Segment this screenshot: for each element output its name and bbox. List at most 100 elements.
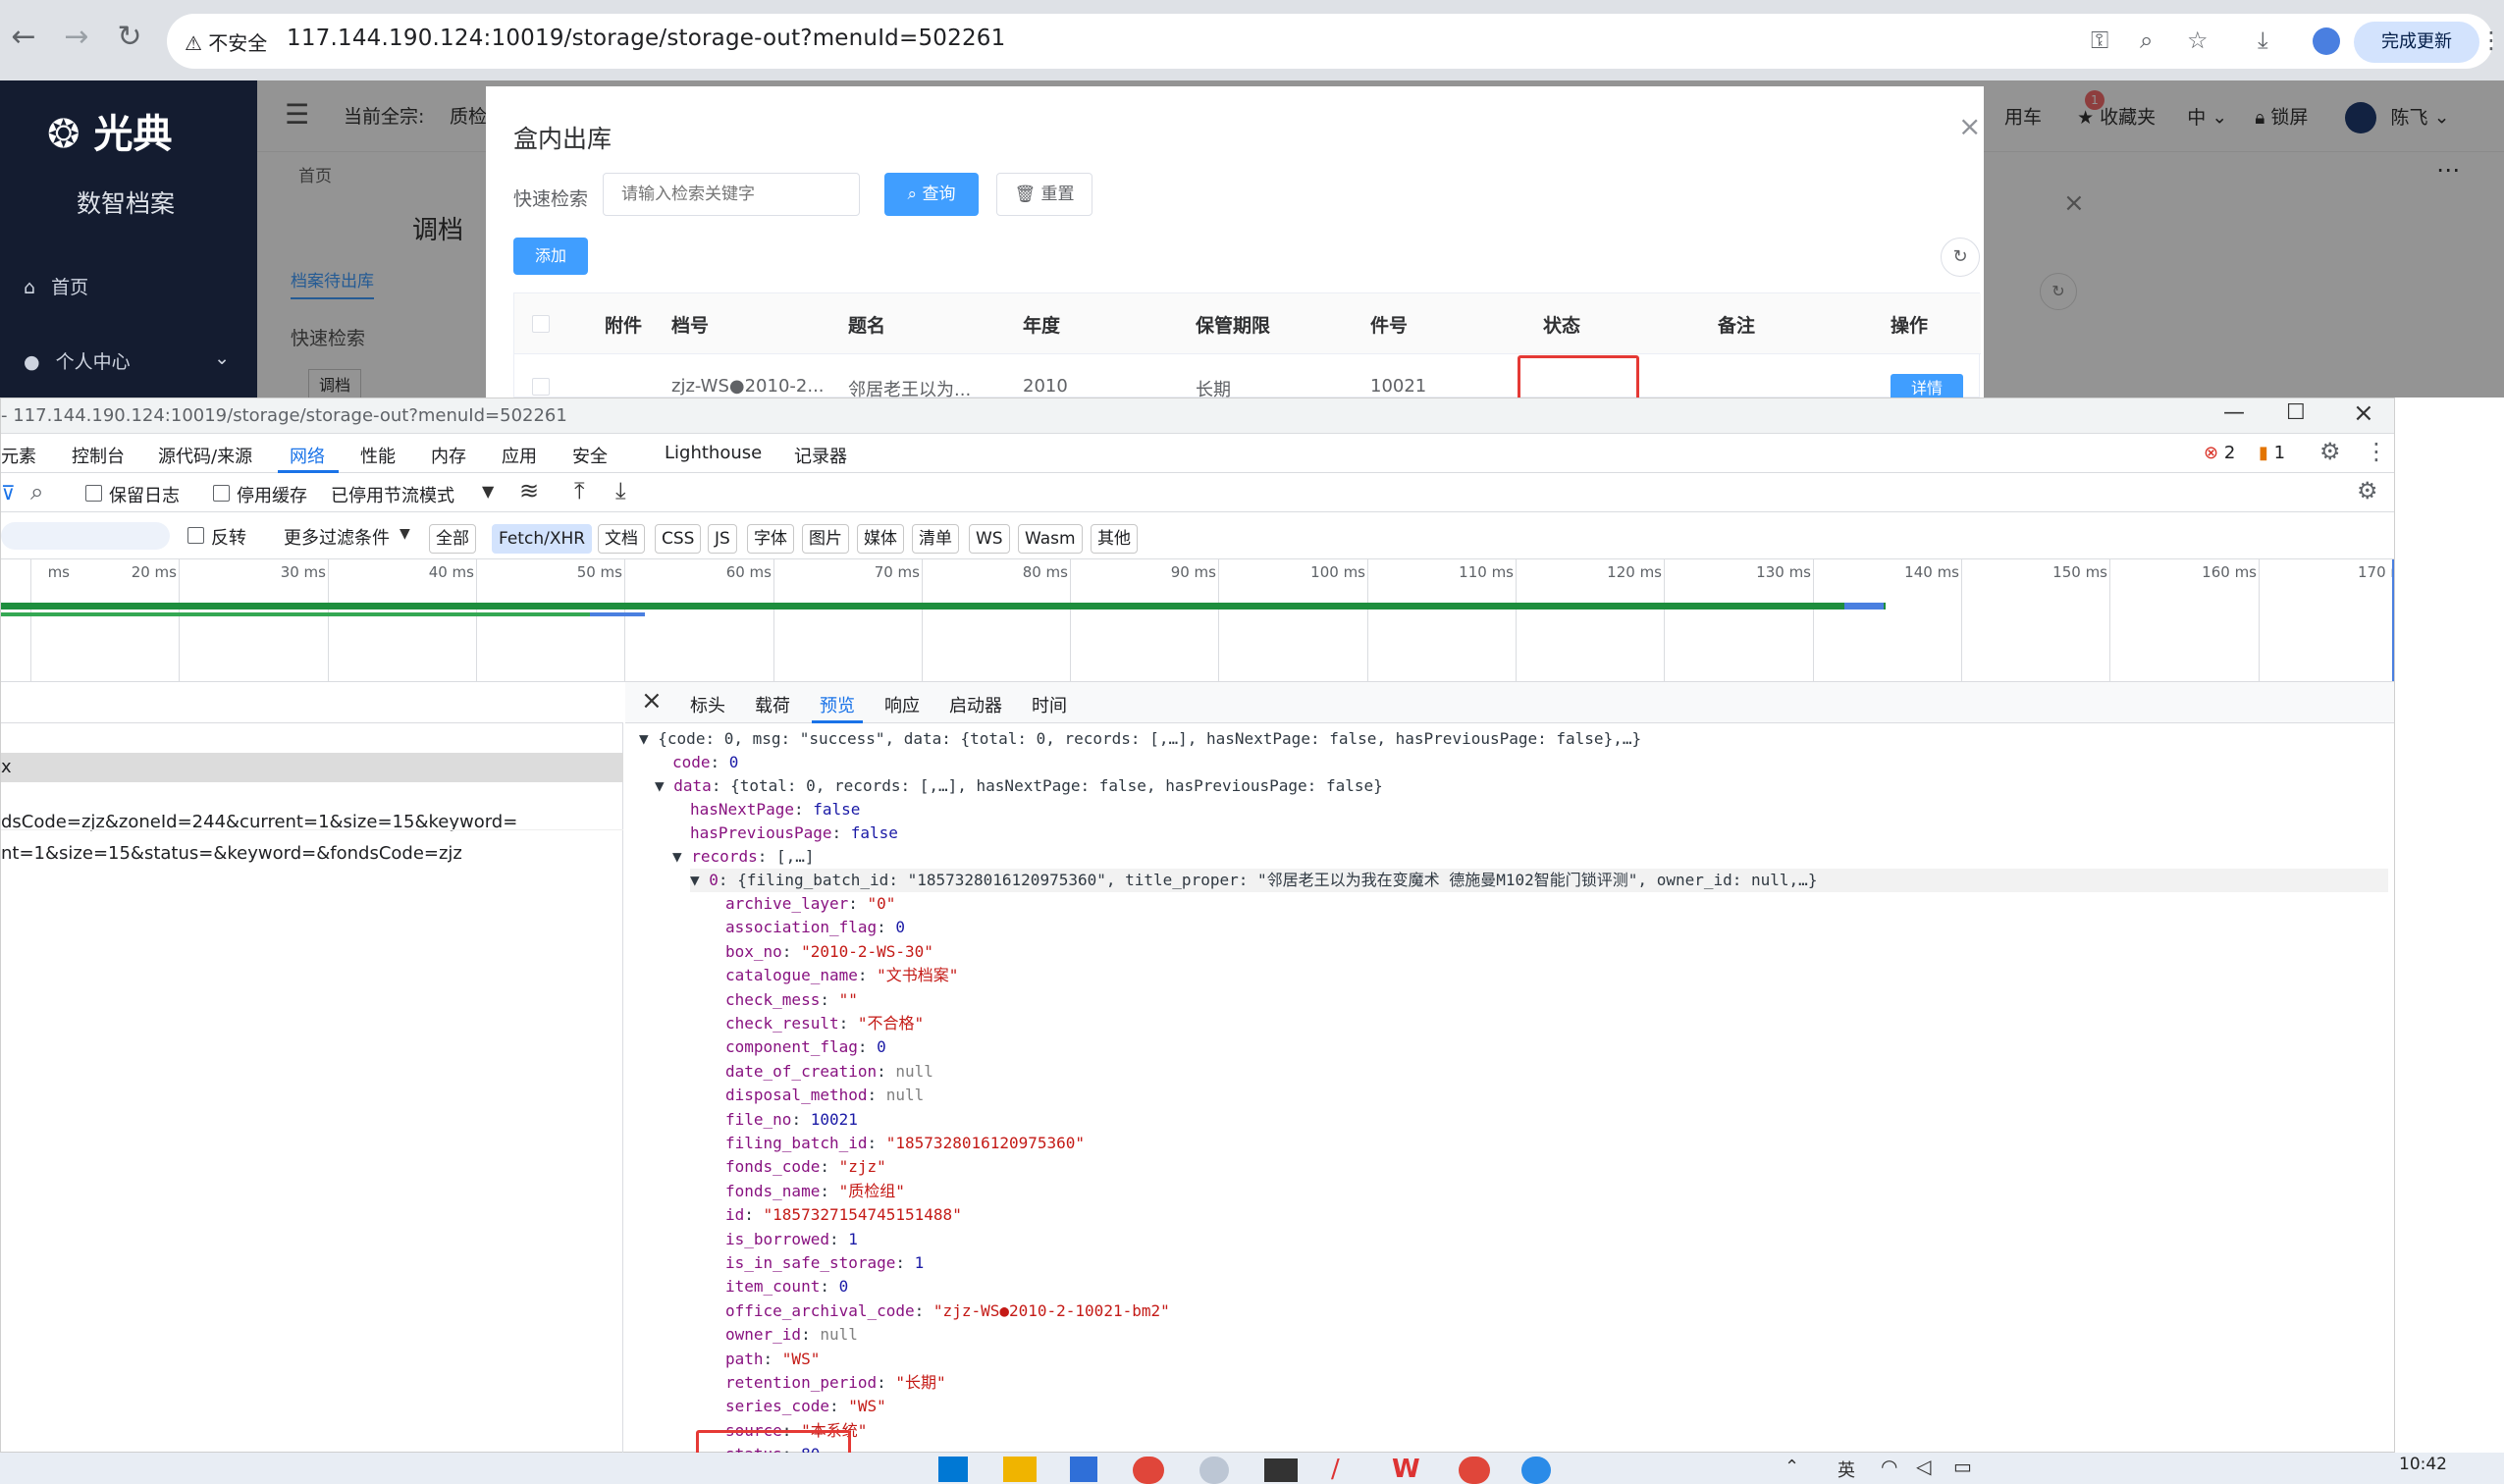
network-conditions-icon[interactable]: ≋ <box>519 477 539 504</box>
disable-cache-checkbox[interactable] <box>213 485 230 502</box>
table-row[interactable]: zjz-WS●2010-2... 邻居老王以为... 2010 长期 10021… <box>514 354 1981 398</box>
wps-icon[interactable]: W <box>1392 1455 1420 1484</box>
settings-gear-icon[interactable]: ⚙ <box>2319 438 2341 465</box>
type-filter-media[interactable]: 媒体 <box>857 524 904 554</box>
tab-recorder[interactable]: 记录器 <box>794 443 847 468</box>
security-indicator[interactable]: ⚠ 不安全 <box>185 27 267 56</box>
ime-indicator[interactable]: 英 <box>1838 1457 1855 1482</box>
search-icon[interactable]: ⌕ <box>30 478 43 505</box>
reload-icon[interactable]: ↻ <box>110 20 149 54</box>
column-title[interactable]: 题名 <box>848 311 885 338</box>
filter-input[interactable] <box>1 522 170 550</box>
column-code[interactable]: 档号 <box>671 311 709 338</box>
column-retention[interactable]: 保管期限 <box>1196 311 1270 338</box>
detail-tab-preview[interactable]: 预览 <box>820 692 855 717</box>
select-all-checkbox[interactable] <box>532 315 550 333</box>
pen-icon[interactable]: / <box>1331 1455 1340 1484</box>
close-detail-icon[interactable]: × <box>641 686 663 716</box>
detail-tab-initiator[interactable]: 启动器 <box>949 692 1002 717</box>
tab-sources[interactable]: 源代码/来源 <box>158 443 252 468</box>
menu-kebab-icon[interactable]: ⋮ <box>2479 26 2503 54</box>
zoom-icon[interactable]: ⌕ <box>2140 26 2153 54</box>
tab-elements[interactable]: 元素 <box>1 443 36 468</box>
dialog-close-icon[interactable]: × <box>1958 110 1981 142</box>
preserve-log-checkbox[interactable] <box>85 485 102 502</box>
clock[interactable]: 10:42 <box>2399 1455 2447 1474</box>
tray-expand-icon[interactable]: ⌃ <box>1785 1457 1799 1477</box>
type-filter-wasm[interactable]: Wasm <box>1018 524 1083 554</box>
column-year[interactable]: 年度 <box>1023 311 1060 338</box>
chrome-icon[interactable] <box>1133 1457 1164 1484</box>
type-filter-other[interactable]: 其他 <box>1091 524 1138 554</box>
tab-lighthouse[interactable]: Lighthouse <box>665 443 762 463</box>
column-remark[interactable]: 备注 <box>1718 311 1755 338</box>
type-filter-css[interactable]: CSS <box>655 524 702 554</box>
battery-icon[interactable]: ▭ <box>1953 1455 1972 1478</box>
key-icon[interactable]: ⚿ <box>2091 26 2108 54</box>
edge-icon[interactable] <box>1521 1457 1551 1484</box>
start-icon[interactable] <box>938 1457 968 1482</box>
type-filter-ws[interactable]: WS <box>969 524 1010 554</box>
more-filters-dropdown[interactable]: 更多过滤条件 <box>284 524 390 550</box>
upload-icon[interactable]: ⤒ <box>574 477 585 504</box>
column-action[interactable]: 操作 <box>1891 311 1928 338</box>
row-checkbox[interactable] <box>532 378 550 396</box>
tab-memory[interactable]: 内存 <box>431 443 466 468</box>
terminal-icon[interactable] <box>1264 1458 1298 1482</box>
volume-icon[interactable]: ◁ <box>1916 1455 1931 1478</box>
download-icon[interactable]: ⤓ <box>615 477 626 504</box>
type-filter-js[interactable]: JS <box>708 524 737 554</box>
tree-node-records[interactable]: ▼ records: [,…] <box>672 845 815 869</box>
tab-application[interactable]: 应用 <box>502 443 537 468</box>
profile-avatar[interactable] <box>2313 27 2340 55</box>
type-filter-font[interactable]: 字体 <box>747 524 794 554</box>
detail-tab-headers[interactable]: 标头 <box>690 692 725 717</box>
add-button[interactable]: 添加 <box>513 238 588 275</box>
app-icon[interactable] <box>1199 1457 1229 1484</box>
type-filter-all[interactable]: 全部 <box>429 524 476 554</box>
star-icon[interactable]: ☆ <box>2187 26 2209 54</box>
type-filter-img[interactable]: 图片 <box>802 524 849 554</box>
url-text[interactable]: 117.144.190.124:10019/storage/storage-ou… <box>287 26 1005 51</box>
reset-button[interactable]: 🗑︎ 重置 <box>996 173 1092 216</box>
refresh-icon[interactable]: ↻ <box>1941 238 1980 277</box>
throttle-select[interactable]: 已停用节流模式 <box>331 482 454 507</box>
filter-icon[interactable]: ⊽ <box>1 481 16 504</box>
column-attachment[interactable]: 附件 <box>605 311 642 338</box>
detail-tab-timing[interactable]: 时间 <box>1032 692 1067 717</box>
query-button[interactable]: ⌕ 查询 <box>884 173 979 216</box>
type-filter-doc[interactable]: 文档 <box>598 524 645 554</box>
wifi-icon[interactable]: ◠ <box>1881 1455 1897 1478</box>
more-options-icon[interactable]: ⋮ <box>2365 438 2388 465</box>
timeline-overview[interactable]: ms 20 ms 30 ms 40 ms 50 ms 60 ms 70 ms 80 ms 90 … <box>1 559 2394 682</box>
tab-network[interactable]: 网络 <box>290 443 325 468</box>
timeline-scroll-handle[interactable] <box>2392 559 2394 681</box>
detail-tab-payload[interactable]: 载荷 <box>755 692 790 717</box>
console-counts[interactable]: ⊗ 2 ▮ 1 <box>2204 443 2285 463</box>
tab-console[interactable]: 控制台 <box>72 443 125 468</box>
sidebar-item-profile[interactable]: ● 个人中心 ⌄ <box>24 347 230 374</box>
calendar-app-icon[interactable] <box>1070 1457 1097 1482</box>
column-status[interactable]: 状态 <box>1543 311 1580 338</box>
detail-tab-response[interactable]: 响应 <box>884 692 920 717</box>
maximize-icon[interactable]: ☐ <box>2286 400 2306 425</box>
network-settings-icon[interactable]: ⚙ <box>2357 477 2378 504</box>
back-icon[interactable]: ← <box>4 20 43 54</box>
type-filter-fetch-xhr[interactable]: Fetch/XHR <box>492 524 593 554</box>
explorer-icon[interactable] <box>1003 1457 1037 1482</box>
detail-button[interactable]: 详情 <box>1891 374 1963 398</box>
tree-node-data[interactable]: ▼ data: {total: 0, records: [,…], hasNex… <box>655 774 1383 798</box>
download-icon[interactable]: ⤓ <box>2258 26 2268 54</box>
minimize-icon[interactable]: — <box>2223 400 2245 425</box>
close-window-icon[interactable]: × <box>2353 398 2374 428</box>
column-file-no[interactable]: 件号 <box>1370 311 1408 338</box>
forward-icon[interactable]: → <box>57 20 96 54</box>
tree-root[interactable]: ▼ {code: 0, msg: "success", data: {total… <box>639 727 1641 751</box>
tab-performance[interactable]: 性能 <box>360 443 396 468</box>
update-button[interactable]: 完成更新 <box>2354 22 2479 63</box>
type-filter-manifest[interactable]: 清单 <box>912 524 959 554</box>
request-row[interactable]: nt=1&size=15&status=&keyword=&fondsCode=… <box>1 843 462 864</box>
request-row-selected[interactable]: x <box>1 753 623 782</box>
dialog-search-input[interactable] <box>603 173 860 216</box>
sidebar-item-home[interactable]: ⌂ 首页 <box>24 273 88 299</box>
